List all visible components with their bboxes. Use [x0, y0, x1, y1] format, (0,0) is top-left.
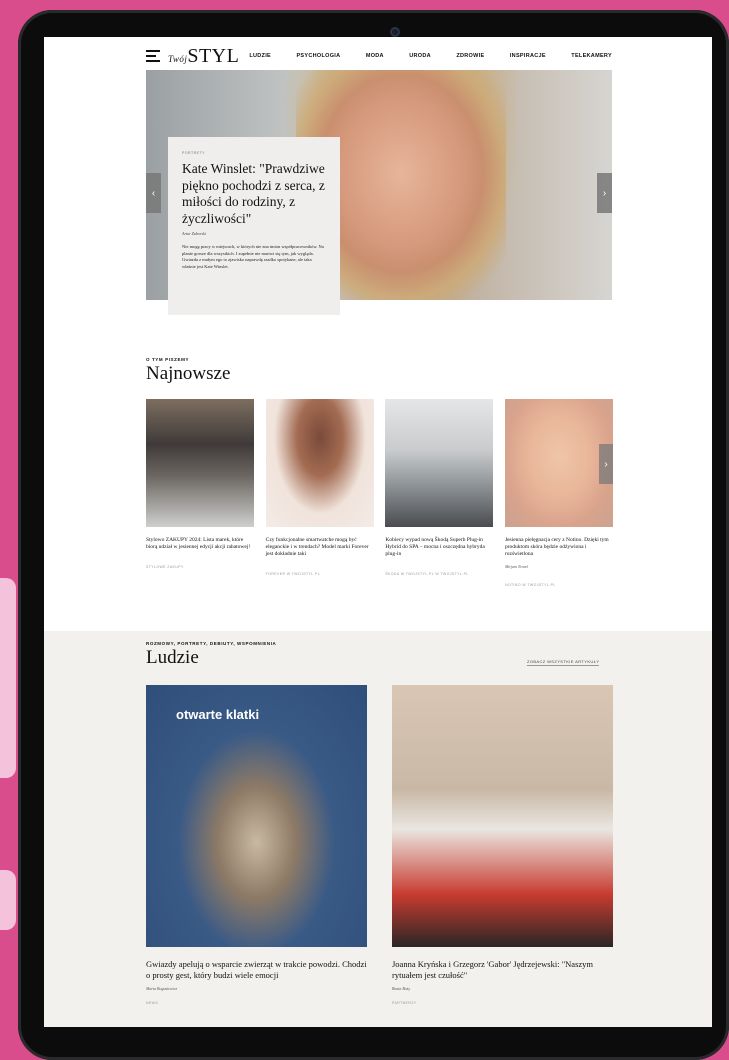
nav-item-moda[interactable]: MODA	[366, 53, 384, 59]
menu-icon[interactable]	[146, 50, 160, 62]
card-title[interactable]: Jesienna pielęgnacja cery z Notino. Dzię…	[505, 537, 613, 558]
people-card-tag[interactable]: NEWS	[146, 1001, 367, 1005]
side-pink-tab-lower	[0, 870, 16, 930]
nav-item-uroda[interactable]: URODA	[409, 53, 431, 59]
hero-lead: Nie mogę pracy w miejscach, w których ni…	[182, 244, 324, 269]
main-menu: LUDZIE PSYCHOLOGIA MODA URODA ZDROWIE IN…	[249, 53, 612, 59]
people-card-image[interactable]: otwarte klatki	[146, 685, 367, 947]
see-all-link[interactable]: ZOBACZ WSZYSTKIE ARTYKUŁY	[527, 659, 600, 666]
people-card-author: Beata Boży	[392, 986, 411, 991]
card-tag[interactable]: FOREVER W TWOJSTYL.PL	[266, 572, 374, 576]
hero-next-arrow-icon[interactable]: ›	[597, 173, 612, 213]
people-section: ROZMOWY, PORTRETY, DEBIUTY, WSPOMNIENIA …	[44, 631, 712, 1027]
card-tag[interactable]: NOTINO W TWOJSTYL.PL	[505, 583, 613, 587]
nav-item-psychologia[interactable]: PSYCHOLOGIA	[296, 53, 340, 59]
hero-author: Artur Zaborski	[182, 231, 206, 236]
nav-item-inspiracje[interactable]: INSPIRACJE	[510, 53, 546, 59]
people-card-author: Marta Bogusiewicz	[146, 986, 177, 991]
card-tag[interactable]: STYLOWE ZAKUPY	[146, 565, 254, 569]
people-card-tag[interactable]: PARTNERZY	[392, 1001, 613, 1005]
newest-card[interactable]: Jesienna pielęgnacja cery z Notino. Dzię…	[504, 399, 613, 587]
card-image[interactable]	[385, 399, 494, 527]
site-logo[interactable]: TwójSTYL	[168, 45, 239, 68]
card-image[interactable]	[504, 399, 613, 527]
people-card-title[interactable]: Gwiazdy apelują o wsparcie zwierząt w tr…	[146, 959, 367, 981]
newest-card[interactable]: Stylowo ZAKUPY 2024: Lista marek, które …	[146, 399, 254, 587]
card-author: Mirjam Nowel	[504, 564, 529, 569]
card-title[interactable]: Kobiecy wypad nową Škodą Superb Plug-in …	[385, 537, 493, 558]
camera-dot	[390, 27, 400, 37]
otwarte-klatki-logo: otwarte klatki	[176, 707, 260, 722]
card-title[interactable]: Stylowo ZAKUPY 2024: Lista marek, które …	[146, 537, 254, 551]
people-card-title[interactable]: Joanna Kryńska i Grzegorz 'Gabor' Jędrze…	[392, 959, 613, 981]
newest-card[interactable]: Czy funkcjonalne smartwatche mogą być el…	[265, 399, 374, 587]
newest-kicker: O TYM PISZEMY	[146, 357, 190, 362]
people-card-image[interactable]	[392, 685, 613, 947]
nav-item-ludzie[interactable]: LUDZIE	[249, 53, 271, 59]
side-pink-tab	[0, 578, 16, 778]
card-image[interactable]	[265, 399, 374, 527]
nav-item-zdrowie[interactable]: ZDROWIE	[456, 53, 484, 59]
card-title[interactable]: Czy funkcjonalne smartwatche mogą być el…	[266, 537, 374, 558]
card-tag[interactable]: ŠKODA W TWOJSTYL.PL W TWOJSTYL.PL	[385, 572, 493, 576]
hero-kicker: PORTRETY	[182, 151, 205, 155]
hero-prev-arrow-icon[interactable]: ‹	[146, 173, 161, 213]
nav-item-telekamery[interactable]: TELEKAMERY	[571, 53, 612, 59]
people-kicker: ROZMOWY, PORTRETY, DEBIUTY, WSPOMNIENIA	[146, 641, 277, 646]
website-screen: TwójSTYL LUDZIE PSYCHOLOGIA MODA URODA Z…	[44, 37, 712, 1027]
people-card[interactable]: otwarte klatki Gwiazdy apelują o wsparci…	[146, 685, 367, 1005]
newest-title: Najnowsze	[146, 363, 231, 384]
newest-card[interactable]: Kobiecy wypad nową Škodą Superb Plug-in …	[385, 399, 494, 587]
people-card[interactable]: Joanna Kryńska i Grzegorz 'Gabor' Jędrze…	[392, 685, 613, 1005]
newest-cards: Stylowo ZAKUPY 2024: Lista marek, które …	[146, 399, 613, 587]
hero-title[interactable]: Kate Winslet: "Prawdziwe piękno pochodzi…	[182, 161, 326, 227]
cards-next-arrow-icon[interactable]: ›	[599, 444, 613, 484]
hero-card[interactable]: PORTRETY Kate Winslet: "Prawdziwe piękno…	[168, 137, 340, 315]
people-title: Ludzie	[146, 647, 199, 668]
top-navigation: TwójSTYL LUDZIE PSYCHOLOGIA MODA URODA Z…	[146, 43, 612, 69]
card-image[interactable]	[146, 399, 254, 527]
